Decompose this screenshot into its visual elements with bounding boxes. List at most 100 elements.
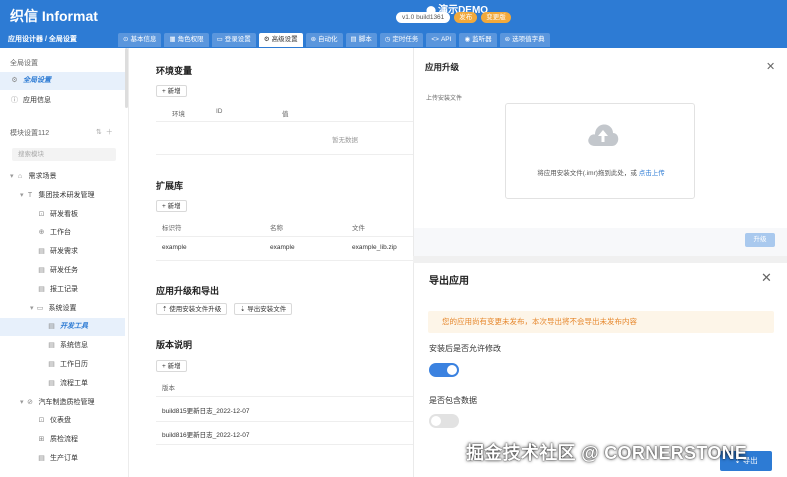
tab-2[interactable]: ▭ 登录设置 [211, 33, 256, 47]
cloud-upload-icon [588, 124, 619, 146]
tab-5[interactable]: ▤ 脚本 [345, 33, 377, 47]
tree-item[interactable]: ⊡ 仪表盘 [0, 412, 125, 430]
tree-item[interactable]: ▤ 研发需求 [0, 243, 125, 261]
tree-item[interactable]: ▤ 生产订单 [0, 450, 125, 468]
tab-3[interactable]: ⚙ 高级设置 [258, 33, 303, 47]
sidebar-item-label: 全局设置 [23, 77, 51, 84]
tree-item[interactable]: ▤ 系统信息 [0, 337, 125, 355]
upgrade-submit-button[interactable]: 升级 [745, 233, 775, 247]
tab-icon: ⚙ [263, 36, 270, 43]
watermark: 掘金技术社区 @ CORNERSTONE [466, 443, 748, 463]
sidebar-item-label: 应用信息 [23, 97, 51, 104]
tree-item-icon: ▤ [38, 285, 45, 293]
tab-label: 选项值字典 [512, 36, 545, 43]
tab-7[interactable]: <> API [426, 33, 457, 47]
tab-9[interactable]: ⊜ 选项值字典 [499, 33, 550, 47]
tab-0[interactable]: ⊙ 基本信息 [118, 33, 162, 47]
publish-button[interactable]: 发布 [454, 12, 478, 23]
tab-icon: ◉ [464, 36, 471, 43]
tree-item-label: 集团技术研发管理 [38, 191, 95, 199]
tree-item[interactable]: ⊡ 研发看板 [0, 206, 125, 224]
sidebar-global-item[interactable]: ⓘ 应用信息 [0, 92, 125, 110]
module-settings-head: 模块设置112 [10, 130, 50, 137]
tree-item[interactable]: ⊞ 质检流程 [0, 431, 125, 449]
tree-item-label: 报工记录 [50, 285, 78, 293]
sidebar-scrollbar[interactable] [125, 48, 128, 108]
chevron-down-icon[interactable]: ▾ [20, 192, 24, 199]
top-bar: 织信 Informat ⬤ 演示DEMO v1.0 build1361 发布 变更… [0, 0, 787, 48]
tab-label: 高级设置 [271, 36, 298, 43]
tree-item[interactable]: ▤ 研发任务 [0, 262, 125, 280]
close-icon[interactable]: ✕ [766, 60, 775, 73]
upgrade-title: 应用升级和导出 [156, 286, 220, 296]
module-ops[interactable]: ⇅ ＋ [96, 127, 113, 137]
tree-item[interactable]: ▤ 工作日历 [0, 356, 125, 374]
drop-text: 将应用安装文件(.imr)拖到此处，或 点击上传 [537, 170, 665, 177]
tab-icon: ▦ [169, 36, 176, 43]
module-search-input[interactable]: 搜索模块 [12, 148, 116, 161]
tab-label: 基本信息 [130, 36, 157, 43]
ext-cell-file[interactable]: example_lib.zip [352, 244, 397, 251]
chevron-down-icon[interactable]: ▾ [20, 399, 24, 406]
tab-icon: ▭ [216, 36, 223, 43]
tab-icon: ◷ [384, 36, 391, 43]
upgrade-dialog-footer: 升级 [414, 228, 787, 256]
upgrade-dialog: 应用升级 ✕ 上传安装文件 将应用安装文件(.imr)拖到此处，或 点击上传 升… [413, 48, 787, 256]
tree-item-icon: ⊡ [38, 417, 45, 425]
export-dialog-title: 导出应用 [429, 276, 469, 287]
env-add-button[interactable]: + 新增 [156, 85, 187, 97]
click-upload-link[interactable]: 点击上传 [639, 170, 665, 177]
tab-label: 登录设置 [224, 36, 251, 43]
tab-1[interactable]: ▦ 角色权限 [164, 33, 209, 47]
version-bar: v1.0 build1361 发布 变更版 [396, 12, 526, 23]
ext-title: 扩展库 [156, 181, 184, 191]
env-col-env: 环境 [172, 111, 185, 118]
change-version-button[interactable]: 变更版 [481, 12, 511, 23]
tab-4[interactable]: ⊛ 自动化 [305, 33, 343, 47]
version-badge: v1.0 build1361 [396, 12, 451, 23]
chevron-down-icon[interactable]: ▾ [30, 305, 34, 312]
tab-6[interactable]: ◷ 定时任务 [379, 33, 424, 47]
chevron-down-icon[interactable]: ▾ [10, 173, 14, 180]
tree-item-icon: ▤ [38, 455, 45, 462]
upload-label: 上传安装文件 [426, 96, 463, 102]
tree-item[interactable]: ▾ T 集团技术研发管理 [0, 187, 125, 205]
tree-item-label: 流程工单 [60, 379, 88, 387]
tree-item[interactable]: ▾ ⊘ 汽车制造质检管理 [0, 394, 125, 412]
notes-row-2[interactable]: build816更新日志_2022-12-07 [162, 429, 249, 439]
tab-label: 角色权限 [177, 36, 204, 43]
tree-item[interactable]: ▾ ⌂ 需求场景 [0, 168, 125, 186]
ext-col-id: 标识符 [162, 225, 182, 232]
tree-item-icon: ▤ [38, 267, 45, 274]
tree-item-icon: ⌂ [17, 173, 23, 180]
tree-item[interactable]: ▤ 报工记录 [0, 281, 125, 299]
tree-item[interactable]: ⊕ 工作台 [0, 224, 125, 242]
tree-item-label: 生产订单 [50, 455, 78, 462]
upgrade-with-file-button[interactable]: ⇡ 使用安装文件升级 [156, 303, 228, 315]
ext-add-button[interactable]: + 新增 [156, 200, 187, 212]
ext-col-file: 文件 [352, 225, 365, 232]
tree-item-label: 研发需求 [50, 248, 78, 256]
tree-item-label: 质检流程 [50, 436, 78, 444]
sidebar-global-item[interactable]: ⚙ 全局设置 [0, 72, 125, 90]
tree-item-icon: ⊕ [38, 229, 45, 237]
divider [156, 236, 413, 237]
notes-add-button[interactable]: + 新增 [156, 360, 187, 372]
include-data-toggle[interactable] [429, 414, 459, 428]
tab-label: 监听器 [472, 36, 492, 43]
notes-row-1[interactable]: build815更新日志_2022-12-07 [162, 405, 249, 415]
allow-modify-toggle[interactable] [429, 363, 459, 377]
tab-label: 自动化 [318, 36, 338, 43]
tree-item[interactable]: ▤ 流程工单 [0, 375, 125, 393]
tab-8[interactable]: ◉ 监听器 [459, 33, 497, 47]
tree-item-label: 需求场景 [28, 173, 57, 180]
close-icon[interactable]: ✕ [761, 270, 772, 286]
tree-item-label: 汽车制造质检管理 [38, 398, 95, 406]
tab-icon: ▤ [350, 36, 357, 43]
tree-item[interactable]: ▤ 开发工具 [0, 318, 125, 337]
export-file-button[interactable]: ⇣ 导出安装文件 [234, 303, 293, 315]
tree-item-label: 系统信息 [60, 342, 88, 350]
tree-item[interactable]: ▾ ▭ 系统设置 [0, 300, 125, 318]
upload-dropzone[interactable]: 将应用安装文件(.imr)拖到此处，或 点击上传 [505, 103, 695, 199]
tree-item-label: 研发看板 [50, 210, 78, 218]
